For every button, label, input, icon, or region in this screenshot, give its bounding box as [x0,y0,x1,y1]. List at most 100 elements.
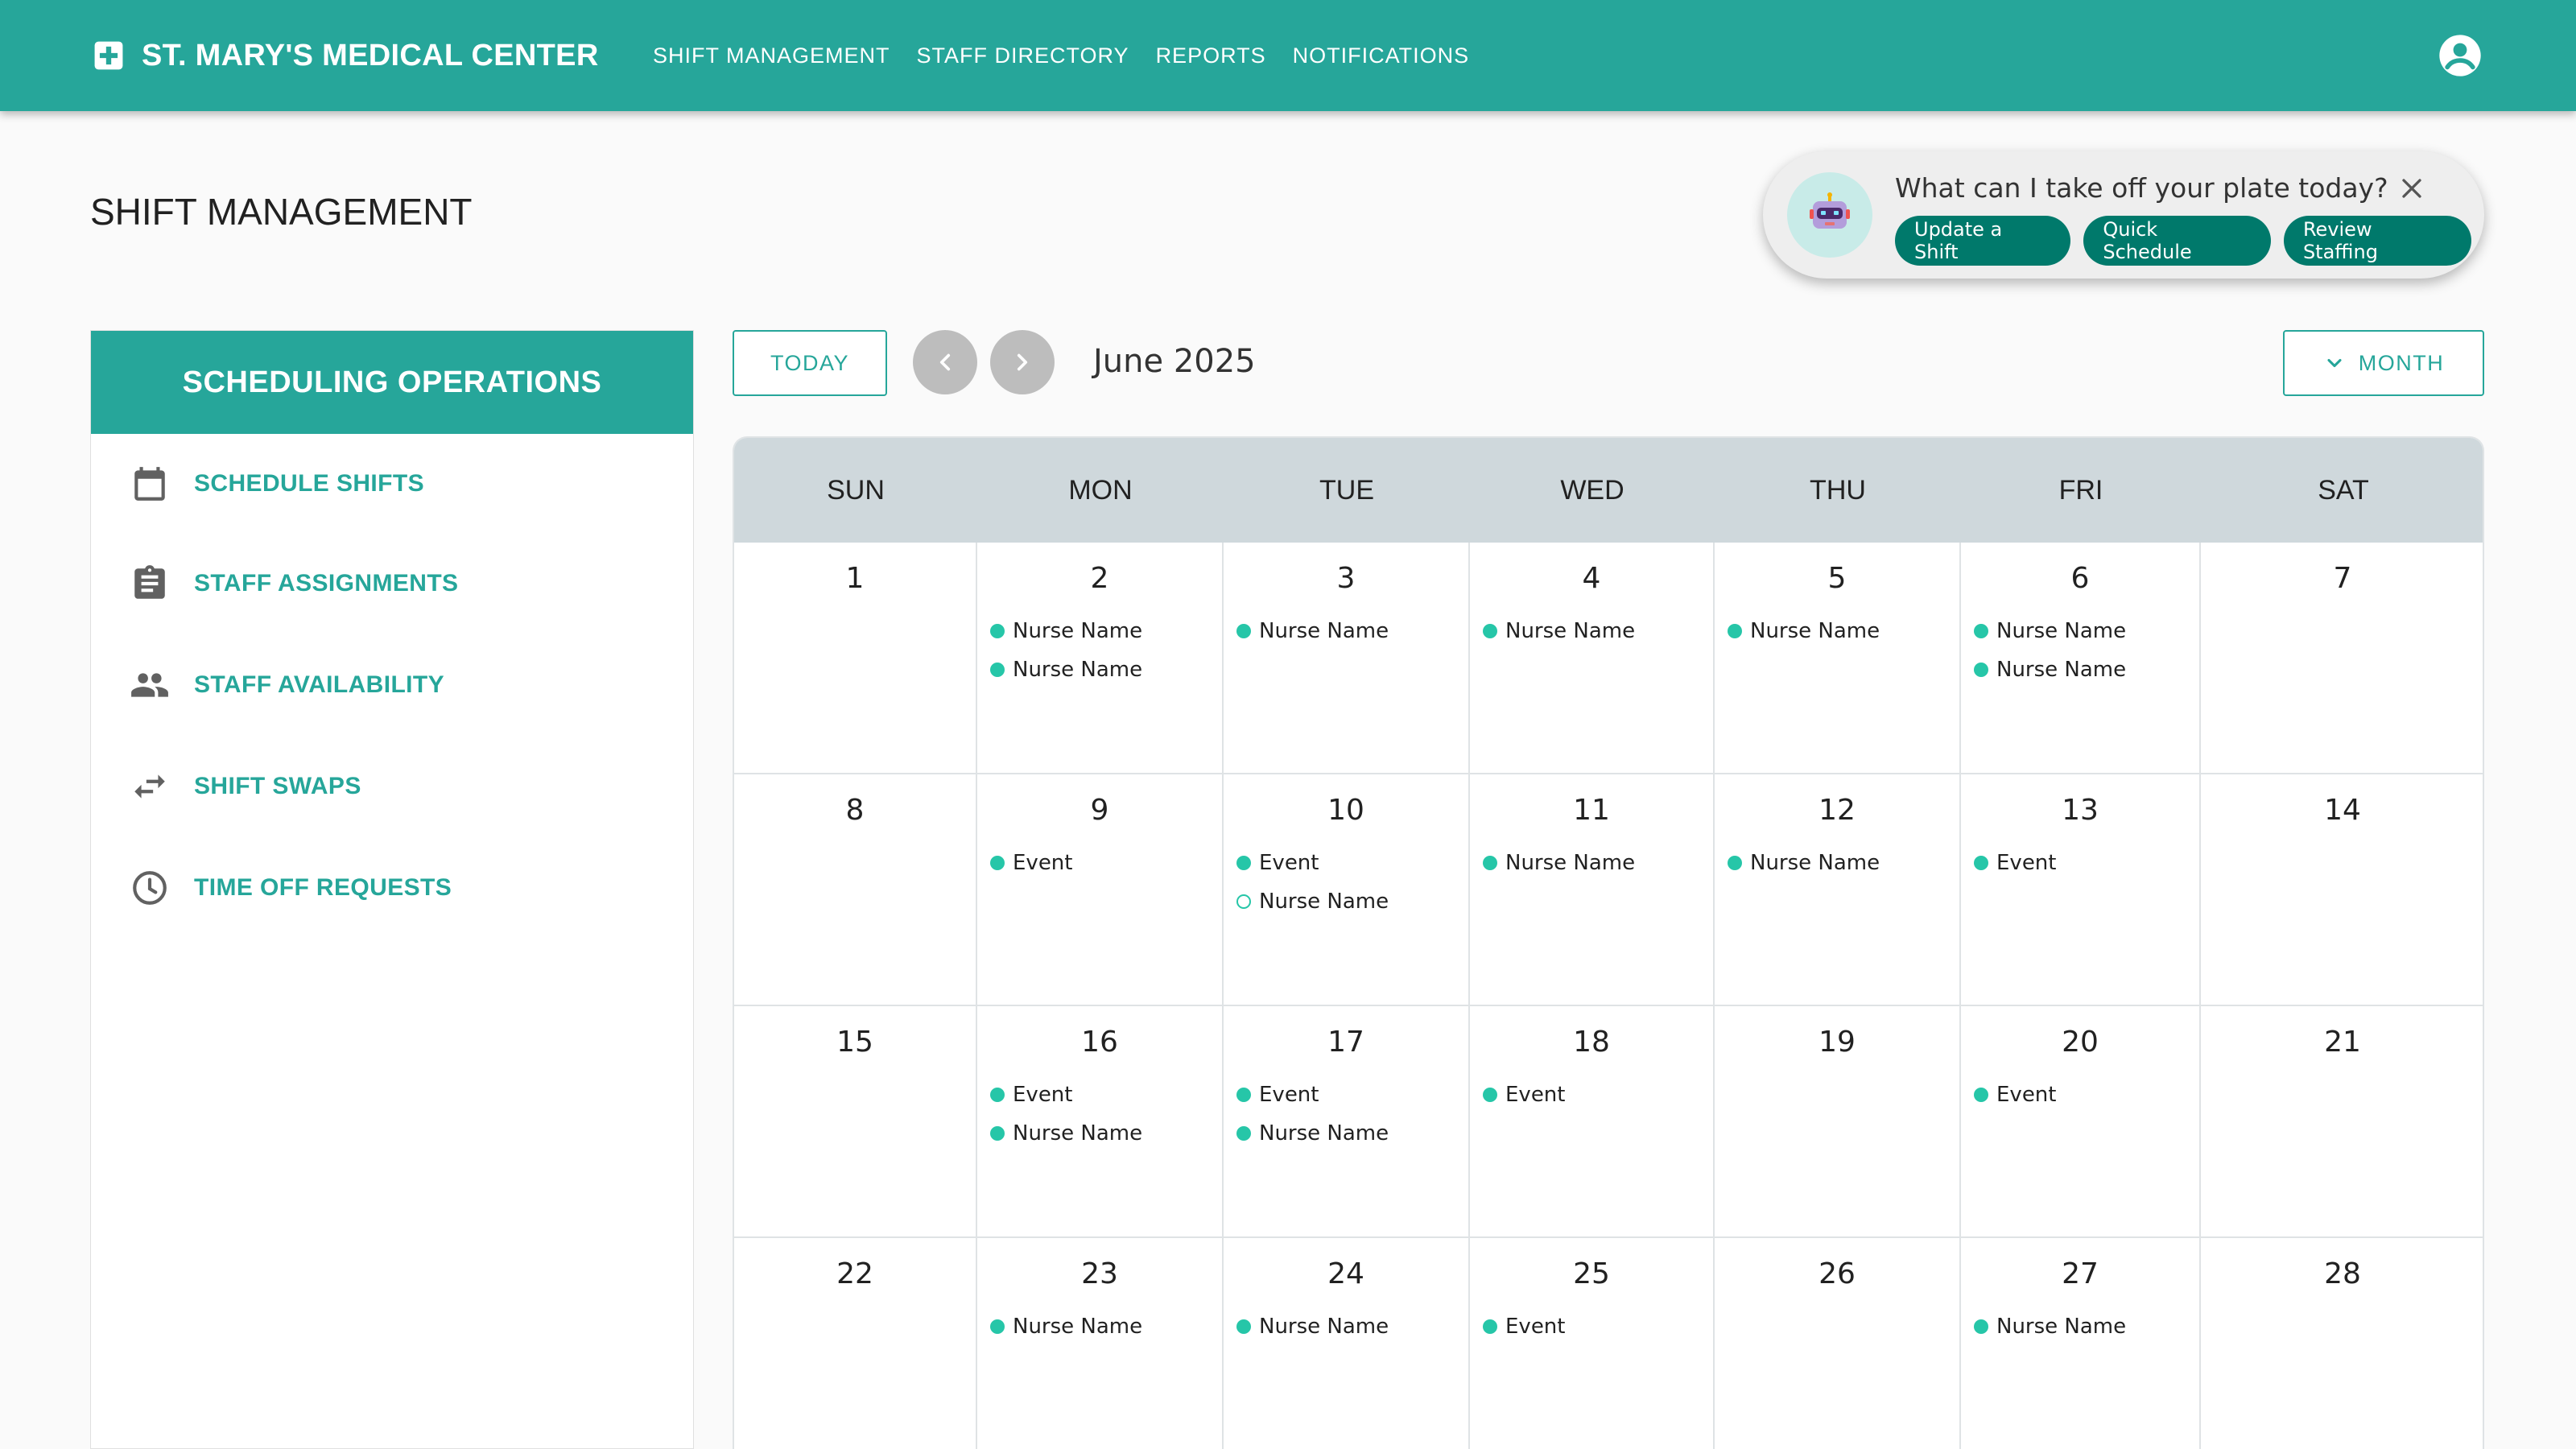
update-shift-button[interactable]: Update a Shift [1895,216,2071,266]
calendar-day-cell[interactable]: 3 Nurse Name [1224,543,1470,774]
calendar-day-cell[interactable]: 6 Nurse Name Nurse Name [1961,543,2201,774]
calendar-event[interactable]: Nurse Name [1974,650,2126,689]
day-number: 18 [1573,1026,1610,1059]
nav-staff-directory[interactable]: STAFF DIRECTORY [917,43,1129,68]
calendar-day-cell[interactable]: 21 [2201,1006,2483,1238]
calendar-event[interactable]: Nurse Name [1974,612,2126,650]
calendar-event[interactable]: Event [1236,844,1389,882]
calendar-day-cell[interactable]: 22 [734,1238,977,1449]
calendar-day-cell[interactable]: 16 Event Nurse Name [977,1006,1224,1238]
next-month-button[interactable] [990,330,1055,394]
calendar-event[interactable]: Nurse Name [1236,1114,1389,1153]
account-icon[interactable] [2438,33,2483,78]
calendar-event[interactable]: Nurse Name [1236,882,1389,921]
event-dot-icon [990,1088,1005,1102]
calendar-day-cell[interactable]: 2 Nurse Name Nurse Name [977,543,1224,774]
calendar-event[interactable]: Event [1236,1075,1389,1114]
swap-icon [134,774,165,799]
calendar-day-cell[interactable]: 11 Nurse Name [1470,774,1715,1006]
sidebar-item-label: STAFF AVAILABILITY [194,671,445,698]
calendar-day-cell[interactable]: 19 [1715,1006,1961,1238]
calendar-day-cell[interactable]: 9 Event [977,774,1224,1006]
calendar-day-cell[interactable]: 23 Nurse Name [977,1238,1224,1449]
calendar-day-cell[interactable]: 14 [2201,774,2483,1006]
event-label: Nurse Name [1259,1121,1389,1146]
review-staffing-button[interactable]: Review Staffing [2283,216,2472,266]
sidebar-item-label: STAFF ASSIGNMENTS [194,570,459,597]
calendar-event[interactable]: Nurse Name [990,612,1142,650]
calendar-event[interactable]: Event [1483,1075,1565,1114]
day-number: 9 [1090,794,1109,827]
event-dot-icon [990,1319,1005,1334]
event-list: Nurse Name Nurse Name [1974,612,2126,689]
event-label: Nurse Name [1996,1315,2127,1339]
sidebar-item-staff-availability[interactable]: STAFF AVAILABILITY [130,661,444,709]
calendar-event[interactable]: Nurse Name [990,1307,1142,1346]
assistant-actions: Update a Shift Quick Schedule Review Sta… [1895,216,2484,266]
calendar-day-cell[interactable]: 28 [2201,1238,2483,1449]
close-icon[interactable] [2396,172,2428,204]
calendar-day-cell[interactable]: 18 Event [1470,1006,1715,1238]
sidebar-item-label: SHIFT SWAPS [194,773,361,799]
nav-notifications[interactable]: NOTIFICATIONS [1293,43,1470,68]
today-button[interactable]: TODAY [733,330,887,396]
calendar-event[interactable]: Nurse Name [1483,612,1635,650]
calendar-event[interactable]: Nurse Name [1728,612,1880,650]
calendar-icon [134,467,165,501]
weekday-header: SUN MON TUE WED THU FRI SAT [734,438,2483,543]
event-outline-dot-icon [1236,894,1251,909]
clock-icon [133,871,167,905]
calendar-day-cell[interactable]: 13 Event [1961,774,2201,1006]
day-number: 16 [1081,1026,1118,1059]
nav-shift-management[interactable]: SHIFT MANAGEMENT [653,43,890,68]
calendar-event[interactable]: Event [1483,1307,1565,1346]
calendar-day-cell[interactable]: 26 [1715,1238,1961,1449]
weekday-label-mon: MON [1068,474,1133,506]
calendar-day-cell[interactable]: 20 Event [1961,1006,2201,1238]
calendar-event[interactable]: Nurse Name [1236,612,1389,650]
calendar-event[interactable]: Event [990,844,1072,882]
nav-reports[interactable]: REPORTS [1156,43,1266,68]
assistant-question: What can I take off your plate today? [1895,172,2388,204]
event-dot-icon [990,1126,1005,1141]
calendar-day-cell[interactable]: 17 Event Nurse Name [1224,1006,1470,1238]
sidebar-item-staff-assignments[interactable]: STAFF ASSIGNMENTS [130,559,458,608]
calendar-day-cell[interactable]: 24 Nurse Name [1224,1238,1470,1449]
calendar-event[interactable]: Nurse Name [1728,844,1880,882]
calendar-day-cell[interactable]: 15 [734,1006,977,1238]
calendar-day-cell[interactable]: 25 Event [1470,1238,1715,1449]
event-list: Nurse Name [1483,844,1635,882]
sidebar-item-shift-swaps[interactable]: SHIFT SWAPS [130,762,361,811]
calendar-day-cell[interactable]: 12 Nurse Name [1715,774,1961,1006]
calendar-day-cell[interactable]: 7 [2201,543,2483,774]
calendar-event[interactable]: Event [1974,844,2056,882]
calendar-event[interactable]: Nurse Name [990,1114,1142,1153]
sidebar-item-time-off-requests[interactable]: TIME OFF REQUESTS [130,864,452,912]
event-list: Event [1483,1307,1565,1346]
calendar-day-cell[interactable]: 8 [734,774,977,1006]
event-list: Nurse Name [1236,612,1389,650]
calendar-day-cell[interactable]: 10 Event Nurse Name [1224,774,1470,1006]
brand[interactable]: ST. MARY'S MEDICAL CENTER [93,0,599,111]
view-select-button[interactable]: MONTH [2283,330,2484,396]
quick-schedule-button[interactable]: Quick Schedule [2083,216,2271,266]
calendar-event[interactable]: Nurse Name [1974,1307,2126,1346]
calendar-event[interactable]: Event [990,1075,1142,1114]
calendar-day-cell[interactable]: 5 Nurse Name [1715,543,1961,774]
calendar-day-cell[interactable]: 1 [734,543,977,774]
event-label: Event [1013,851,1073,875]
calendar-event[interactable]: Event [1974,1075,2056,1114]
calendar-event[interactable]: Nurse Name [1483,844,1635,882]
calendar-day-cell[interactable]: 27 Nurse Name [1961,1238,2201,1449]
event-dot-icon [1728,856,1742,870]
clipboard-icon [134,565,165,599]
weekday-label-sun: SUN [827,474,885,506]
sidebar-item-schedule-shifts[interactable]: SCHEDULE SHIFTS [130,460,424,508]
calendar-event[interactable]: Nurse Name [1236,1307,1389,1346]
calendar-event[interactable]: Nurse Name [990,650,1142,689]
event-label: Nurse Name [1013,619,1143,643]
previous-month-button[interactable] [913,330,977,394]
calendar-day-cell[interactable]: 4 Nurse Name [1470,543,1715,774]
robot-icon [1810,192,1850,229]
assistant-popup: What can I take off your plate today? Up… [1763,151,2484,279]
